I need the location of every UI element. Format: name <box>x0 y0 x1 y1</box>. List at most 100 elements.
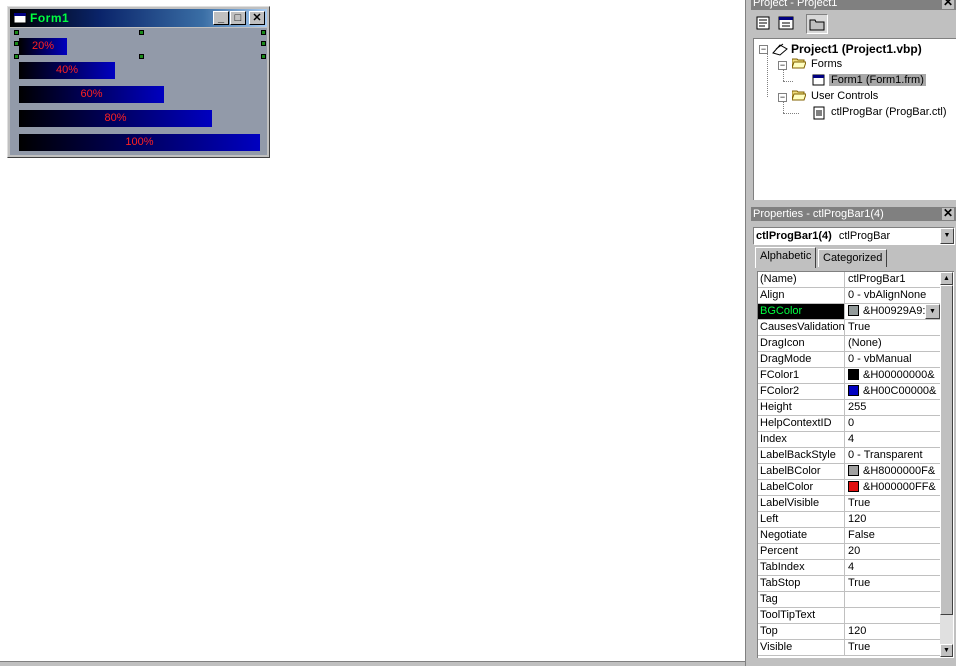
property-name[interactable]: TabIndex <box>758 560 845 575</box>
property-value[interactable]: ctlProgBar1 <box>846 272 940 287</box>
property-value[interactable]: &H000000FF& <box>846 480 940 495</box>
property-name[interactable]: Left <box>758 512 845 527</box>
property-name[interactable]: DragMode <box>758 352 845 367</box>
property-value[interactable]: 4 <box>846 560 940 575</box>
selection-handle[interactable] <box>261 41 266 46</box>
property-row[interactable]: ToolTipText <box>758 608 940 624</box>
object-selector[interactable]: ctlProgBar1(4) ctlProgBar ▼ <box>753 227 955 245</box>
tree-forms-folder[interactable]: Forms <box>811 58 842 70</box>
collapse-toggle[interactable]: − <box>778 93 787 102</box>
close-icon[interactable]: ✕ <box>942 0 954 9</box>
property-name[interactable]: Height <box>758 400 845 415</box>
close-icon[interactable]: ✕ <box>942 207 954 220</box>
form1-window[interactable]: Form1 _ □ ✕ 20% 40% 60% 80% 100% <box>7 6 270 158</box>
view-object-button[interactable] <box>776 14 798 34</box>
property-name[interactable]: LabelBColor <box>758 464 845 479</box>
property-row[interactable]: DragMode 0 - vbManual <box>758 352 940 368</box>
property-value[interactable]: True <box>846 320 940 335</box>
minimize-button[interactable]: _ <box>213 11 229 25</box>
scroll-down-icon[interactable]: ▼ <box>940 644 953 657</box>
property-row[interactable]: LabelVisible True <box>758 496 940 512</box>
view-code-button[interactable] <box>753 14 775 34</box>
form1-titlebar[interactable]: Form1 _ □ ✕ <box>10 9 267 27</box>
property-value[interactable]: 4 <box>846 432 940 447</box>
progress-bar[interactable]: 20% <box>19 38 67 55</box>
property-row[interactable]: TabStop True <box>758 576 940 592</box>
property-name[interactable]: Align <box>758 288 845 303</box>
property-name[interactable]: FColor2 <box>758 384 845 399</box>
progress-bar[interactable]: 80% <box>19 110 212 127</box>
property-value[interactable]: (None) <box>846 336 940 351</box>
property-value[interactable]: &H00000000& <box>846 368 940 383</box>
tree-ctlprogbar-item[interactable]: ctlProgBar (ProgBar.ctl) <box>831 106 947 118</box>
property-row[interactable]: Index 4 <box>758 432 940 448</box>
property-name[interactable]: Tag <box>758 592 845 607</box>
property-row[interactable]: DragIcon (None) <box>758 336 940 352</box>
bottom-splitter[interactable] <box>0 661 745 666</box>
selection-handle[interactable] <box>261 54 266 59</box>
property-name[interactable]: HelpContextID <box>758 416 845 431</box>
property-name[interactable]: ToolTipText <box>758 608 845 623</box>
property-value[interactable]: True <box>846 576 940 591</box>
property-name[interactable]: (Name) <box>758 272 845 287</box>
property-value[interactable] <box>846 608 940 623</box>
property-row[interactable]: Tag <box>758 592 940 608</box>
property-name[interactable]: Top <box>758 624 845 639</box>
tab-categorized[interactable]: Categorized <box>818 249 888 267</box>
property-value[interactable]: 120 <box>846 624 940 639</box>
property-value[interactable]: False <box>846 528 940 543</box>
property-name[interactable]: LabelColor <box>758 480 845 495</box>
property-row[interactable]: TabIndex 4 <box>758 560 940 576</box>
selection-handle[interactable] <box>139 54 144 59</box>
selection-handle[interactable] <box>14 30 19 35</box>
scroll-up-icon[interactable]: ▲ <box>940 272 953 285</box>
property-value[interactable]: &H8000000F& <box>846 464 940 479</box>
selection-handle[interactable] <box>14 41 19 46</box>
property-row[interactable]: LabelBackStyle 0 - Transparent <box>758 448 940 464</box>
property-name[interactable]: LabelVisible <box>758 496 845 511</box>
toggle-folders-button[interactable] <box>806 14 828 34</box>
project-tree[interactable]: − Project1 (Project1.vbp) − Forms Form1 … <box>753 38 956 200</box>
property-row[interactable]: FColor2 &H00C00000& <box>758 384 940 400</box>
property-row[interactable]: Visible True <box>758 640 940 656</box>
property-row[interactable]: Left 120 <box>758 512 940 528</box>
property-name[interactable]: Percent <box>758 544 845 559</box>
property-row[interactable]: LabelColor &H000000FF& <box>758 480 940 496</box>
property-row[interactable]: Height 255 <box>758 400 940 416</box>
property-value[interactable]: 0 - Transparent <box>846 448 940 463</box>
tree-project-root[interactable]: Project1 (Project1.vbp) <box>791 42 922 56</box>
property-name[interactable]: Negotiate <box>758 528 845 543</box>
tree-form1-item[interactable]: Form1 (Form1.frm) <box>829 74 926 86</box>
chevron-down-icon[interactable]: ▼ <box>925 304 940 319</box>
progress-bar[interactable]: 60% <box>19 86 164 103</box>
tab-alphabetic[interactable]: Alphabetic <box>755 247 817 268</box>
property-value[interactable]: True <box>846 640 940 655</box>
property-value[interactable] <box>846 592 940 607</box>
progress-bar[interactable]: 40% <box>19 62 115 79</box>
tree-user-controls-folder[interactable]: User Controls <box>811 90 878 102</box>
property-value[interactable]: &H00929A9: ▼ <box>846 304 940 319</box>
scrollbar[interactable]: ▲ ▼ <box>940 272 953 657</box>
selection-handle[interactable] <box>261 30 266 35</box>
property-row[interactable]: CausesValidation True <box>758 320 940 336</box>
property-row[interactable]: BGColor &H00929A9: ▼ <box>758 304 940 320</box>
property-value[interactable]: True <box>846 496 940 511</box>
property-name[interactable]: FColor1 <box>758 368 845 383</box>
properties-grid[interactable]: (Name) ctlProgBar1 Align 0 - vbAlignNone BGC… <box>757 271 954 658</box>
property-row[interactable]: Percent 20 <box>758 544 940 560</box>
property-value[interactable]: 0 - vbAlignNone <box>846 288 940 303</box>
form1-client-area[interactable]: 20% 40% 60% 80% 100% <box>10 28 267 155</box>
close-button[interactable]: ✕ <box>249 11 265 25</box>
chevron-down-icon[interactable]: ▼ <box>940 228 954 244</box>
property-name[interactable]: DragIcon <box>758 336 845 351</box>
maximize-button[interactable]: □ <box>230 11 246 25</box>
property-value[interactable]: 0 - vbManual <box>846 352 940 367</box>
property-name[interactable]: TabStop <box>758 576 845 591</box>
property-name[interactable]: Visible <box>758 640 845 655</box>
collapse-toggle[interactable]: − <box>759 45 768 54</box>
property-row[interactable]: Align 0 - vbAlignNone <box>758 288 940 304</box>
property-row[interactable]: FColor1 &H00000000& <box>758 368 940 384</box>
progress-bar[interactable]: 100% <box>19 134 260 151</box>
property-name[interactable]: CausesValidation <box>758 320 845 335</box>
property-value[interactable]: 20 <box>846 544 940 559</box>
